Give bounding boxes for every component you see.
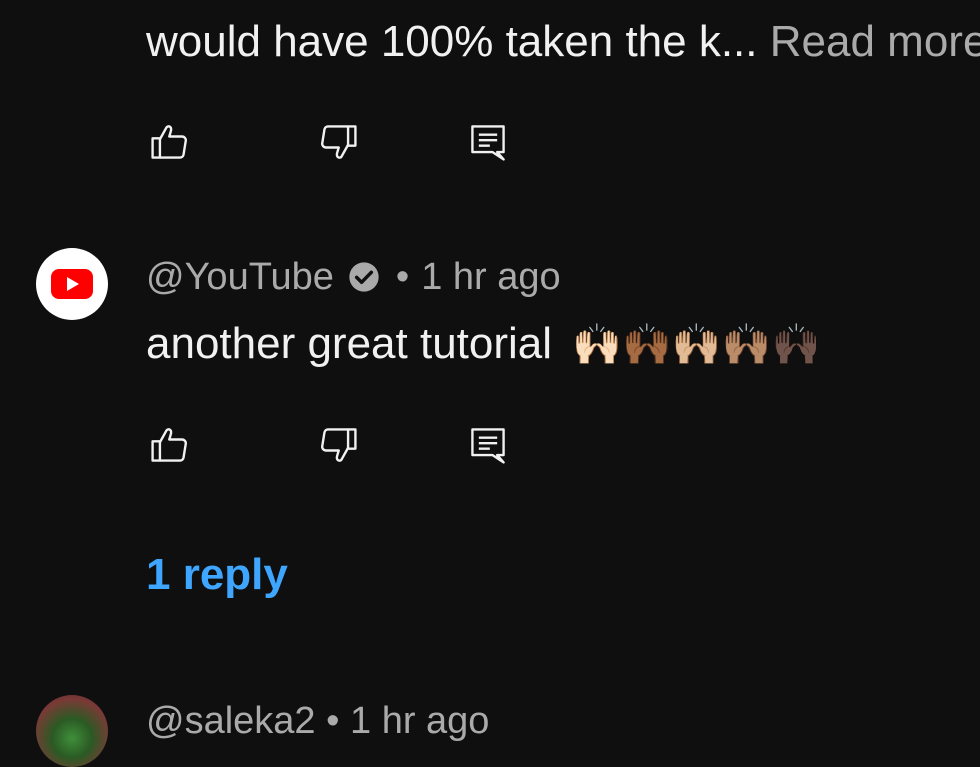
comment-body: another great tutorial (146, 319, 553, 368)
dislike-button[interactable] (314, 421, 362, 469)
dislike-button[interactable] (314, 118, 362, 166)
avatar[interactable] (36, 248, 108, 320)
reply-icon (471, 428, 505, 464)
comment-actions (146, 421, 546, 469)
thumbs-up-icon (151, 125, 187, 159)
comment-meta: @YouTube • 1 hr ago (146, 254, 561, 300)
read-more-link[interactable]: Read more (770, 17, 980, 66)
thumbs-up-icon (151, 428, 187, 462)
reply-icon (471, 125, 505, 161)
reply-button[interactable] (464, 118, 512, 166)
comment-text: another great tutorial 🙌🏻🙌🏾🙌🏼🙌🏽🙌🏿 (146, 316, 821, 373)
previous-comment-text: would have 100% taken the k... Read more (146, 14, 980, 70)
verified-check-icon (348, 261, 380, 293)
next-comment-timestamp: 1 hr ago (350, 700, 490, 742)
thumbs-down-icon (321, 428, 357, 462)
view-replies-link[interactable]: 1 reply (146, 548, 288, 602)
reply-button[interactable] (464, 421, 512, 469)
comment-timestamp: 1 hr ago (421, 256, 561, 298)
avatar[interactable] (36, 695, 108, 767)
comment-author[interactable]: @YouTube (146, 254, 334, 300)
previous-comment-actions (146, 118, 546, 166)
next-comment-meta: @saleka2 • 1 hr ago (146, 698, 489, 744)
raising-hands-emojis: 🙌🏻🙌🏾🙌🏼🙌🏽🙌🏿 (572, 322, 822, 368)
like-button[interactable] (146, 421, 194, 469)
youtube-logo-icon (51, 269, 93, 299)
meta-separator: • (326, 700, 340, 742)
like-button[interactable] (146, 118, 194, 166)
previous-comment-body: would have 100% taken the k... (146, 17, 758, 66)
thumbs-down-icon (321, 125, 357, 159)
meta-separator: • (395, 256, 410, 298)
next-comment-author[interactable]: @saleka2 (146, 700, 316, 742)
